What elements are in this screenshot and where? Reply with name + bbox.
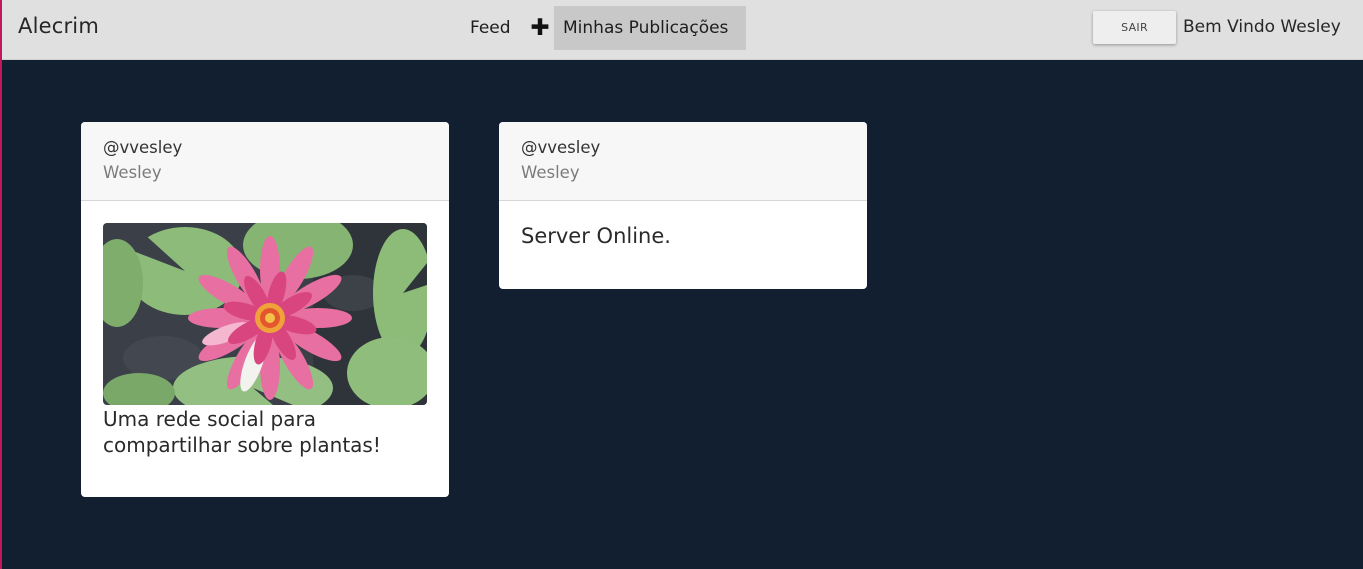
post-text: Uma rede social para compartilhar sobre … (103, 407, 381, 457)
post-author-handle[interactable]: @vvesley (521, 136, 845, 160)
post-card-header: @vvesley Wesley (81, 122, 449, 201)
post-card: @vvesley Wesley Uma rede social para com… (81, 122, 449, 497)
top-navbar: Alecrim Feed ✚ Minhas Publicações SAIR B… (2, 0, 1363, 60)
post-card: @vvesley Wesley Server Online. (499, 122, 867, 289)
post-card-body: Server Online. (499, 201, 867, 249)
nav-my-posts-link[interactable]: Minhas Publicações (554, 6, 746, 50)
new-post-plus-icon[interactable]: ✚ (530, 6, 550, 50)
post-image-water-lily (103, 223, 427, 405)
brand-logo-text[interactable]: Alecrim (18, 14, 99, 38)
post-text: Server Online. (521, 224, 671, 248)
post-author-handle[interactable]: @vvesley (103, 136, 427, 160)
nav-feed-link[interactable]: Feed (464, 6, 517, 50)
post-card-header: @vvesley Wesley (499, 122, 867, 201)
logout-button[interactable]: SAIR (1093, 11, 1176, 44)
welcome-message: Bem Vindo Wesley (1183, 17, 1341, 37)
post-author-name: Wesley (521, 163, 580, 182)
post-author-name: Wesley (103, 163, 162, 182)
post-card-body: Uma rede social para compartilhar sobre … (81, 201, 449, 458)
